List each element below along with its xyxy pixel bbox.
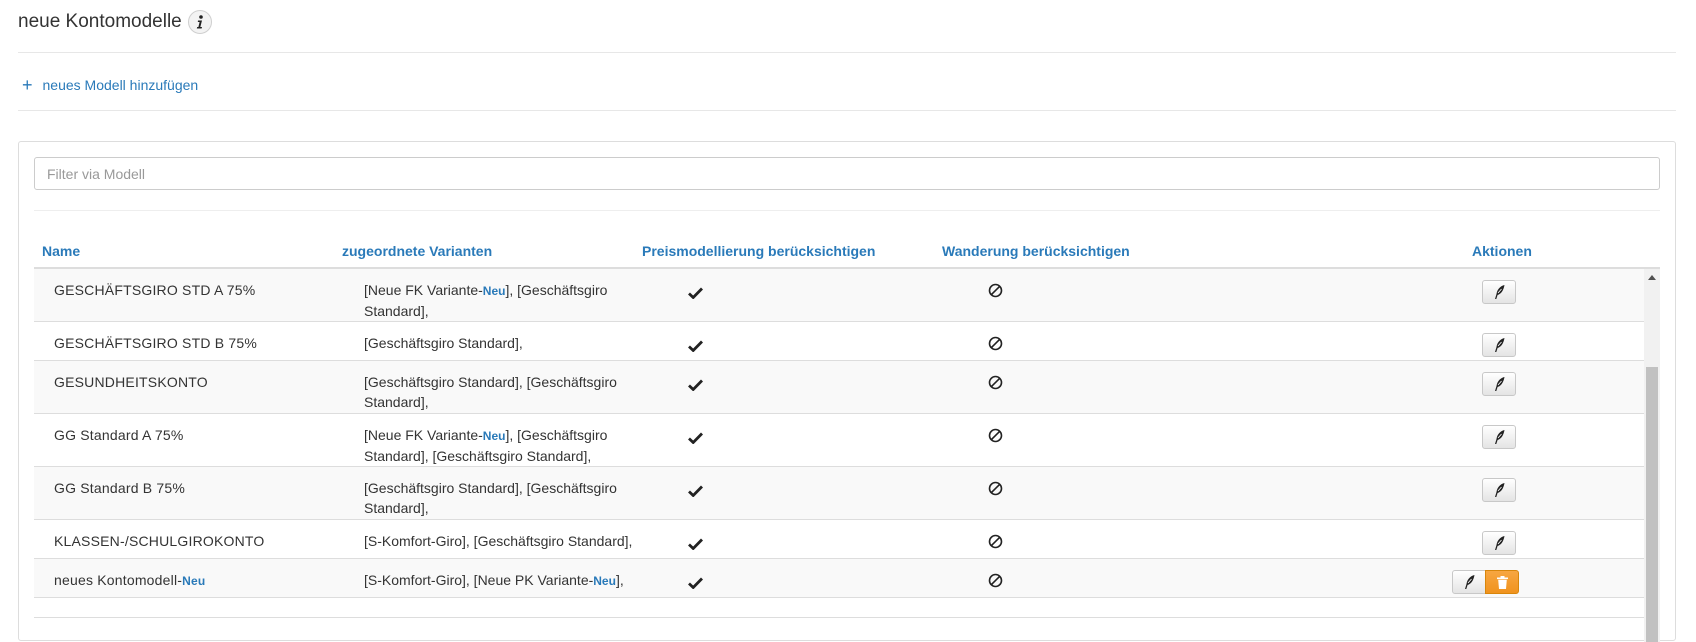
table-row: KLASSEN-/SCHULGIROKONTO [S-Komfort-Giro],… — [34, 520, 1644, 559]
check-icon — [688, 376, 704, 396]
assigned-variants: [Neue FK Variante-Neu], [Geschäftsgiro S… — [364, 425, 654, 466]
variant-text: [Neue FK Variante- — [364, 282, 483, 298]
model-name-text: GG Standard B 75% — [54, 480, 186, 496]
divider — [18, 52, 1676, 53]
ban-icon — [988, 481, 1003, 501]
edit-button[interactable] — [1482, 333, 1516, 357]
quill-icon — [1492, 337, 1506, 353]
ban-icon — [988, 534, 1003, 554]
assigned-variants: [Geschäftsgiro Standard], [Geschäftsgiro… — [364, 478, 654, 518]
check-icon — [688, 284, 704, 304]
quill-icon — [1492, 376, 1506, 392]
table-row: GG Standard A 75% [Neue FK Variante-Neu],… — [34, 414, 1644, 467]
trash-icon — [1496, 575, 1508, 589]
ban-icon — [988, 375, 1003, 395]
page-header: neue Kontomodelle — [18, 10, 212, 34]
column-header-variants[interactable]: zugeordnete Varianten — [342, 243, 492, 259]
model-name-text: KLASSEN-/SCHULGIROKONTO — [54, 533, 265, 549]
variant-text: [Geschäftsgiro Standard], — [364, 335, 523, 351]
assigned-variants: [S-Komfort-Giro], [Neue PK Variante-Neu]… — [364, 570, 654, 591]
variant-text: [S-Komfort-Giro], [Neue PK Variante- — [364, 572, 594, 588]
delete-button[interactable] — [1485, 570, 1519, 594]
edit-button[interactable] — [1482, 531, 1516, 555]
filter-input[interactable] — [34, 157, 1660, 190]
edit-button[interactable] — [1482, 280, 1516, 304]
quill-icon — [1492, 535, 1506, 551]
model-name: GESCHÄFTSGIRO STD A 75% — [54, 280, 354, 300]
assigned-variants: [Neue FK Variante-Neu], [Geschäftsgiro S… — [364, 280, 654, 321]
add-model-link[interactable]: + neues Modell hinzufügen — [22, 75, 199, 95]
table-body: GESCHÄFTSGIRO STD A 75% [Neue FK Variante… — [34, 269, 1644, 642]
ban-icon — [988, 573, 1003, 593]
edit-button[interactable] — [1482, 425, 1516, 449]
new-badge: Neu — [593, 574, 616, 588]
model-name: neues Kontomodell-Neu — [54, 570, 354, 591]
divider — [18, 110, 1676, 111]
scroll-up-arrow-icon[interactable] — [1644, 269, 1660, 285]
ban-icon — [988, 428, 1003, 448]
quill-icon — [1492, 429, 1506, 445]
column-header-name[interactable]: Name — [42, 243, 80, 259]
table-row: GG Standard B 75% [Geschäftsgiro Standard… — [34, 467, 1644, 520]
table-row: GESUNDHEITSKONTO [Geschäftsgiro Standard]… — [34, 361, 1644, 414]
models-panel: Name zugeordnete Varianten Preismodellie… — [18, 141, 1676, 642]
new-badge: Neu — [482, 284, 506, 298]
new-badge: Neu — [482, 429, 506, 443]
quill-icon — [1462, 574, 1476, 590]
variant-text: [Geschäftsgiro Standard], [Geschäftsgiro… — [364, 374, 617, 410]
variant-text: [Geschäftsgiro Standard], [Geschäftsgiro… — [364, 480, 617, 516]
scrollbar-thumb[interactable] — [1646, 367, 1658, 642]
add-model-label: neues Modell hinzufügen — [42, 77, 199, 93]
check-icon — [688, 337, 704, 357]
info-icon[interactable] — [187, 10, 212, 34]
variant-text: [S-Komfort-Giro], [Geschäftsgiro Standar… — [364, 533, 633, 549]
model-name-text: GESCHÄFTSGIRO STD B 75% — [54, 335, 257, 351]
assigned-variants: [S-Komfort-Giro], [Geschäftsgiro Standar… — [364, 531, 654, 551]
column-header-migration[interactable]: Wanderung berücksichtigen — [942, 243, 1130, 259]
page-title: neue Kontomodelle — [18, 11, 182, 32]
assigned-variants: [Geschäftsgiro Standard], — [364, 333, 654, 353]
variant-text: ], — [615, 572, 624, 588]
model-name-text: neues Kontomodell- — [54, 572, 183, 588]
check-icon — [688, 574, 704, 594]
scrollbar[interactable] — [1644, 269, 1660, 642]
table-row: neues Kontomodell-Neu [S-Komfort-Giro], [… — [34, 559, 1644, 598]
check-icon — [688, 535, 704, 555]
edit-button[interactable] — [1482, 372, 1516, 396]
new-badge: Neu — [182, 574, 206, 588]
check-icon — [688, 429, 704, 449]
plus-icon: + — [22, 75, 33, 95]
assigned-variants: [Geschäftsgiro Standard], [Geschäftsgiro… — [364, 372, 654, 412]
table-header: Name zugeordnete Varianten Preismodellie… — [34, 235, 1660, 269]
table-row — [34, 598, 1644, 618]
model-name: GG Standard B 75% — [54, 478, 354, 498]
ban-icon — [988, 283, 1003, 303]
table-row: GESCHÄFTSGIRO STD B 75% [Geschäftsgiro St… — [34, 322, 1644, 361]
edit-button[interactable] — [1482, 478, 1516, 502]
model-name-text: GESCHÄFTSGIRO STD A 75% — [54, 282, 256, 298]
divider — [34, 210, 1660, 211]
column-header-actions[interactable]: Aktionen — [1472, 243, 1532, 259]
quill-icon — [1492, 482, 1506, 498]
model-name: GG Standard A 75% — [54, 425, 354, 445]
edit-button[interactable] — [1452, 570, 1486, 594]
model-name-text: GESUNDHEITSKONTO — [54, 374, 208, 390]
quill-icon — [1492, 284, 1506, 300]
model-name: GESUNDHEITSKONTO — [54, 372, 354, 392]
check-icon — [688, 482, 704, 502]
table-row: GESCHÄFTSGIRO STD A 75% [Neue FK Variante… — [34, 269, 1644, 322]
model-name: KLASSEN-/SCHULGIROKONTO — [54, 531, 354, 551]
ban-icon — [988, 336, 1003, 356]
variant-text: [Neue FK Variante- — [364, 427, 483, 443]
model-name-text: GG Standard A 75% — [54, 427, 184, 443]
column-header-price[interactable]: Preismodellierung berücksichtigen — [642, 243, 875, 259]
model-name: GESCHÄFTSGIRO STD B 75% — [54, 333, 354, 353]
